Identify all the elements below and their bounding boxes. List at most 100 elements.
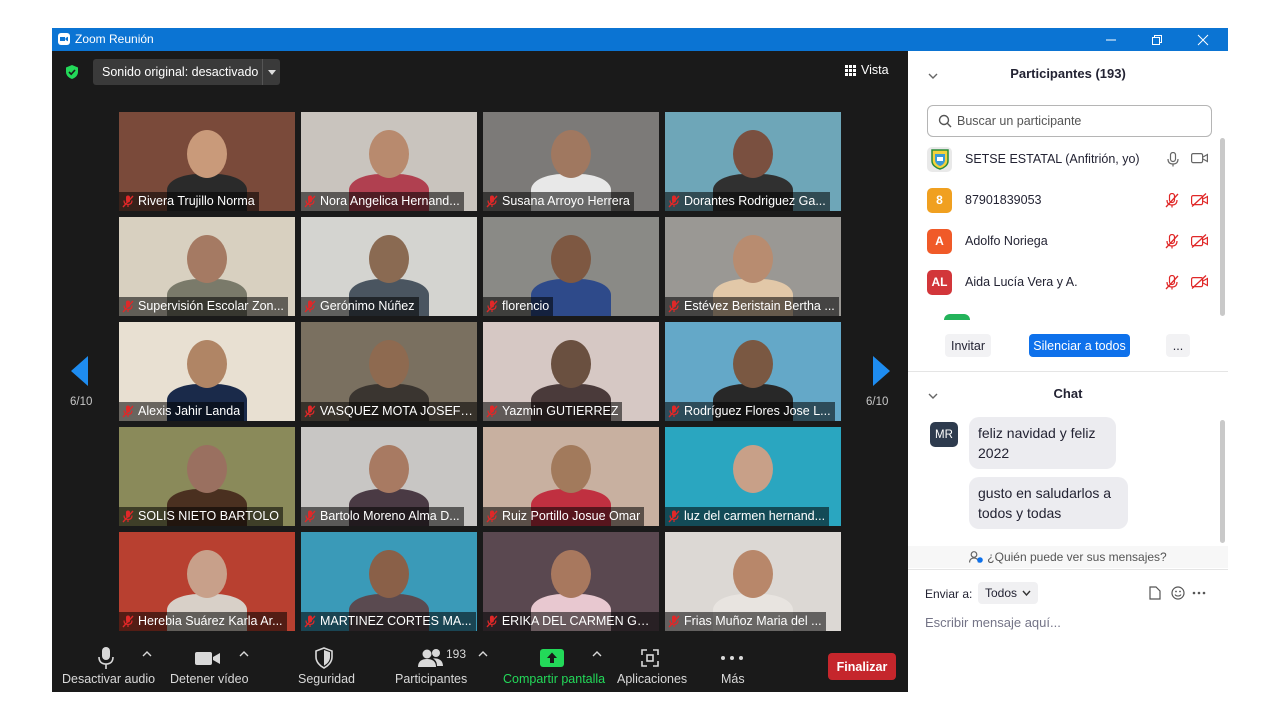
video-off-icon[interactable] xyxy=(1191,274,1208,289)
video-tile[interactable]: luz del carmen hernand... xyxy=(665,427,841,526)
muted-mic-icon xyxy=(304,405,316,418)
minimize-icon xyxy=(1106,39,1116,40)
security-button[interactable]: Seguridad xyxy=(288,641,360,692)
muted-mic-icon[interactable] xyxy=(1165,274,1179,290)
chat-panel-header: Chat xyxy=(908,386,1228,408)
send-to-dropdown[interactable]: Todos xyxy=(978,582,1039,604)
participant-row-name: Adolfo Noriega xyxy=(965,234,1048,248)
participant-silhouette-head xyxy=(369,340,409,388)
video-tile[interactable]: Frias Muñoz Maria del ... xyxy=(665,532,841,631)
video-tile[interactable]: Dorantes Rodriguez Ga... xyxy=(665,112,841,211)
participant-silhouette-head xyxy=(551,130,591,178)
participant-silhouette-head xyxy=(369,130,409,178)
stop-video-label: Detener vídeo xyxy=(170,672,249,686)
video-tile[interactable]: Gerónimo Núñez xyxy=(301,217,477,316)
video-tile[interactable]: Susana Arroyo Herrera xyxy=(483,112,659,211)
apps-icon xyxy=(639,645,661,671)
video-tile[interactable]: ERIKA DEL CARMEN GO... xyxy=(483,532,659,631)
chat-message-input[interactable]: Escribir mensaje aquí... xyxy=(925,615,1061,630)
participants-scrollbar[interactable] xyxy=(1220,138,1225,316)
participants-caret-icon[interactable] xyxy=(478,649,488,659)
muted-mic-icon xyxy=(304,510,316,523)
participant-name: MARTINEZ CORTES MA... xyxy=(320,614,472,628)
participant-search-input[interactable]: Buscar un participante xyxy=(927,105,1212,137)
participant-silhouette-head xyxy=(733,130,773,178)
muted-mic-icon xyxy=(304,195,316,208)
chat-message: feliz navidad y feliz 2022 xyxy=(969,417,1116,469)
video-tile[interactable]: SOLIS NIETO BARTOLO xyxy=(119,427,295,526)
participant-row[interactable]: A Adolfo Noriega xyxy=(927,227,1212,255)
video-tile[interactable]: Estévez Beristain Bertha ... xyxy=(665,217,841,316)
chevron-down-icon[interactable] xyxy=(262,59,280,85)
participant-row[interactable]: SETSE ESTATAL (Anfitrión, yo) xyxy=(927,145,1212,173)
video-tile[interactable]: Rivera Trujillo Norma xyxy=(119,112,295,211)
participant-name-label: Rodríguez Flores Jose L... xyxy=(665,402,835,421)
chat-collapse-chevron-icon[interactable] xyxy=(928,391,938,401)
muted-mic-icon xyxy=(304,300,316,313)
video-tile[interactable]: Alexis Jahir Landa xyxy=(119,322,295,421)
original-sound-label: Sonido original: desactivado xyxy=(102,65,259,79)
mute-all-button[interactable]: Silenciar a todos xyxy=(1029,334,1130,357)
original-sound-dropdown[interactable]: Sonido original: desactivado xyxy=(93,59,280,85)
file-icon[interactable] xyxy=(1149,586,1161,600)
collapse-chevron-icon[interactable] xyxy=(928,71,938,81)
participant-name: SOLIS NIETO BARTOLO xyxy=(138,509,280,523)
participant-silhouette-head xyxy=(369,445,409,493)
shield-check-icon[interactable] xyxy=(64,64,80,80)
video-tile[interactable]: florencio xyxy=(483,217,659,316)
video-tile[interactable]: VASQUEZ MOTA JOSEFI... xyxy=(301,322,477,421)
more-button[interactable]: Más xyxy=(712,641,752,692)
message-visibility-text: ¿Quién puede ver sus mensajes? xyxy=(987,550,1167,564)
participant-status-icons xyxy=(1165,274,1208,290)
more-options-icon[interactable] xyxy=(1192,591,1206,595)
participant-row[interactable]: AL Aida Lucía Vera y A. xyxy=(927,268,1212,296)
video-tile[interactable]: Nora Angelica Hernand... xyxy=(301,112,477,211)
message-visibility-link[interactable]: ¿Quién puede ver sus mensajes? xyxy=(908,546,1228,568)
video-camera-icon xyxy=(194,645,222,671)
send-to-label: Enviar a: xyxy=(925,587,973,601)
restore-icon xyxy=(1152,34,1162,45)
participant-row[interactable]: 8 87901839053 xyxy=(927,186,1212,214)
share-screen-button[interactable]: Compartir pantalla xyxy=(498,641,606,692)
next-page-arrow-icon[interactable] xyxy=(872,356,890,386)
video-tile[interactable]: Rodríguez Flores Jose L... xyxy=(665,322,841,421)
microphone-icon[interactable] xyxy=(1167,151,1179,167)
muted-mic-icon[interactable] xyxy=(1165,192,1179,208)
share-options-caret-icon[interactable] xyxy=(592,649,602,659)
previous-page-arrow-icon[interactable] xyxy=(71,356,89,386)
participant-name: Alexis Jahir Landa xyxy=(138,404,241,418)
video-tile[interactable]: Yazmin GUTIERREZ xyxy=(483,322,659,421)
participant-status-icons xyxy=(1165,233,1208,249)
view-button[interactable]: Vista xyxy=(845,63,889,77)
muted-mic-icon xyxy=(304,615,316,628)
participants-more-button[interactable]: ... xyxy=(1166,334,1190,357)
share-screen-icon xyxy=(540,645,564,671)
end-meeting-button[interactable]: Finalizar xyxy=(828,653,896,680)
close-button[interactable] xyxy=(1180,28,1226,51)
video-tile[interactable]: Bartolo Moreno Alma D... xyxy=(301,427,477,526)
participant-name: florencio xyxy=(502,299,550,313)
audio-options-caret-icon[interactable] xyxy=(142,649,152,659)
invite-button[interactable]: Invitar xyxy=(945,334,991,357)
minimize-button[interactable] xyxy=(1088,28,1134,51)
video-tile[interactable]: Herebia Suárez Karla Ar... xyxy=(119,532,295,631)
apps-button[interactable]: Aplicaciones xyxy=(612,641,688,692)
video-tile[interactable]: Supervisión Escolar Zon... xyxy=(119,217,295,316)
video-tile[interactable]: MARTINEZ CORTES MA... xyxy=(301,532,477,631)
chat-scrollbar[interactable] xyxy=(1220,420,1225,543)
muted-mic-icon[interactable] xyxy=(1165,233,1179,249)
participant-silhouette-head xyxy=(369,235,409,283)
participant-silhouette-head xyxy=(551,445,591,493)
video-tile[interactable]: Ruiz Portillo Josue Omar xyxy=(483,427,659,526)
muted-mic-icon xyxy=(122,510,134,523)
video-off-icon[interactable] xyxy=(1191,192,1208,207)
restore-button[interactable] xyxy=(1134,28,1180,51)
participants-button[interactable]: 193 Participantes xyxy=(388,641,474,692)
participant-name-label: Supervisión Escolar Zon... xyxy=(119,297,288,316)
video-off-icon[interactable] xyxy=(1191,233,1208,248)
emoji-icon[interactable] xyxy=(1171,586,1185,600)
video-camera-icon[interactable] xyxy=(1191,152,1208,164)
setse-emblem-icon xyxy=(930,149,949,170)
muted-mic-icon xyxy=(668,195,680,208)
video-options-caret-icon[interactable] xyxy=(239,649,249,659)
